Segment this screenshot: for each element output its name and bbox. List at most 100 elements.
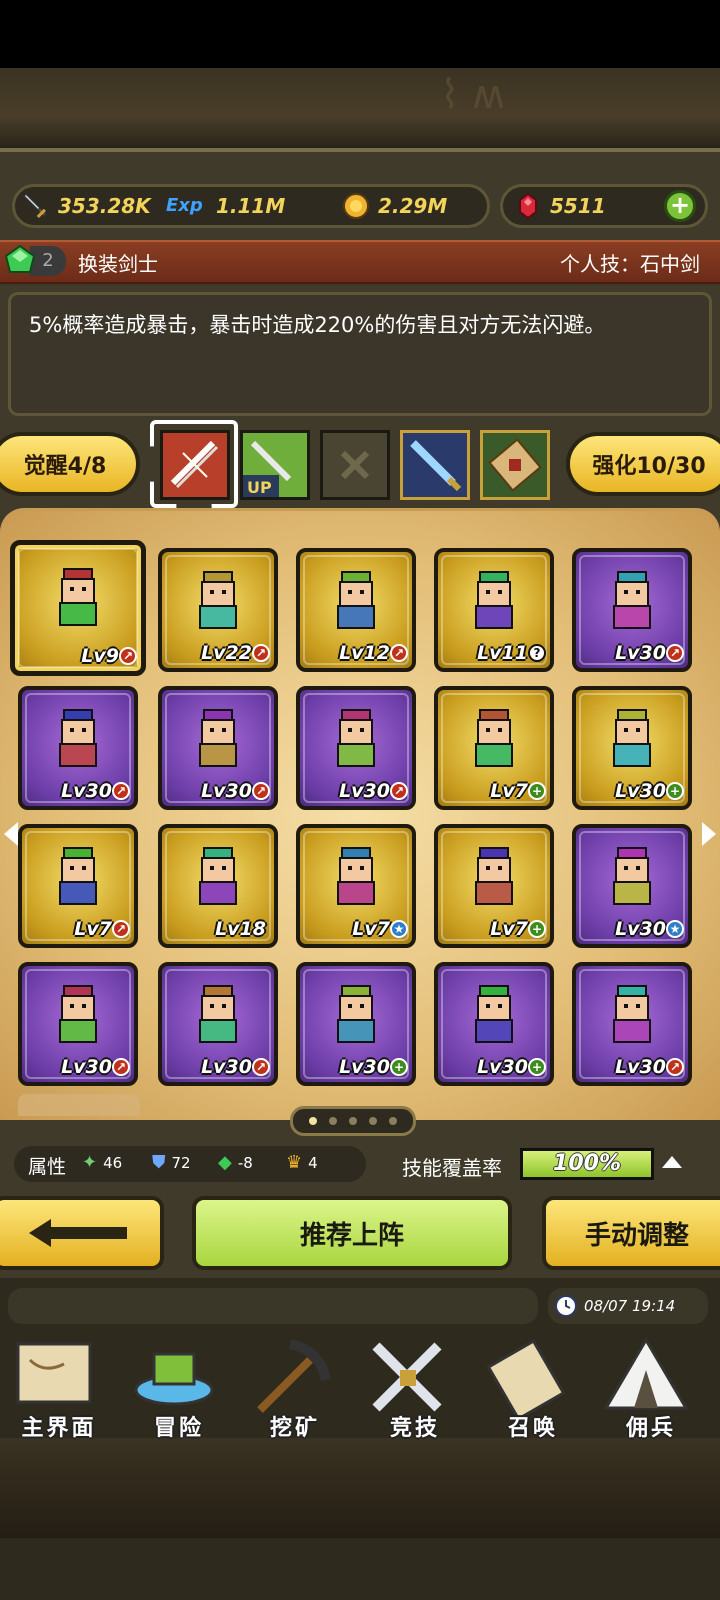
hero-card[interactable]: Lv30 + xyxy=(296,962,416,1086)
map-scribble: ⌇ ʍ xyxy=(440,72,505,118)
hero-card[interactable]: Lv18 xyxy=(158,824,278,948)
status-bar-area xyxy=(0,0,720,68)
nav-label: 冒险 xyxy=(153,1416,204,1441)
hero-portrait xyxy=(48,565,108,635)
hero-level: Lv30 xyxy=(339,1056,390,1078)
green-gem-icon xyxy=(4,244,36,273)
attack-attr: ◆ -8 xyxy=(218,1152,253,1173)
hero-level: Lv30 xyxy=(61,780,112,802)
hero-card[interactable]: Lv30 ↗ xyxy=(296,686,416,810)
coverage-label: 技能覆盖率 xyxy=(402,1156,502,1180)
defense-attr: ⛊ 72 xyxy=(152,1152,191,1173)
crystal-sword-icon xyxy=(410,440,462,492)
hero-portrait xyxy=(188,568,248,638)
page-indicator xyxy=(290,1106,416,1136)
hero-card[interactable]: Lv30 ↗ xyxy=(158,962,278,1086)
hero-status-badge: ↗ xyxy=(666,644,684,662)
hero-portrait xyxy=(188,844,248,914)
page-dot xyxy=(349,1117,357,1125)
manual-adjust-button[interactable]: 手动调整 xyxy=(542,1196,720,1270)
message-bar[interactable] xyxy=(8,1288,538,1324)
expand-up-icon[interactable] xyxy=(662,1156,682,1168)
nav-label: 主界面 xyxy=(21,1416,97,1441)
hero-personal-skill: 个人技：石中剑 xyxy=(560,252,700,276)
gem-value: 5511 xyxy=(550,194,606,218)
nav-island[interactable]: 冒险 xyxy=(124,1330,234,1442)
gold-coin-icon xyxy=(343,193,369,219)
recommend-lineup-button[interactable]: 推荐上阵 xyxy=(192,1196,512,1270)
hero-card[interactable]: Lv7 ★ xyxy=(296,824,416,948)
hero-card[interactable]: Lv30 + xyxy=(572,686,692,810)
attributes-label: 属性 xyxy=(28,1156,67,1178)
hero-level: Lv30 xyxy=(477,1056,528,1078)
hero-status-badge: ↗ xyxy=(119,647,137,665)
nav-label: 挖矿 xyxy=(269,1416,320,1441)
hero-level: Lv30 xyxy=(615,780,666,802)
hero-level: Lv18 xyxy=(215,918,266,940)
agility-value: 46 xyxy=(103,1153,123,1172)
hero-card[interactable]: Lv9 ↗ xyxy=(10,540,146,676)
hero-status-badge: ↗ xyxy=(112,782,130,800)
hero-status-badge: + xyxy=(528,782,546,800)
hero-status-badge: ↗ xyxy=(390,644,408,662)
empty-slot xyxy=(18,1094,140,1116)
hero-card[interactable]: Lv30 + xyxy=(434,962,554,1086)
hero-level: Lv7 xyxy=(490,780,528,802)
shield-icon: ⛊ xyxy=(152,1152,166,1173)
hero-card[interactable]: Lv30 ↗ xyxy=(18,686,138,810)
hero-status-badge: ↗ xyxy=(112,920,130,938)
agility-icon: ✦ xyxy=(82,1152,98,1173)
hero-portrait xyxy=(48,844,108,914)
hero-portrait xyxy=(326,844,386,914)
hero-portrait xyxy=(464,568,524,638)
hero-card[interactable]: Lv30 ↗ xyxy=(572,962,692,1086)
enhance-button[interactable]: 强化10/30 xyxy=(566,432,720,496)
time-display: 08/07 19:14 xyxy=(548,1288,708,1324)
hero-card[interactable]: Lv30 ↗ xyxy=(158,686,278,810)
sword-icon xyxy=(22,192,48,218)
hero-portrait xyxy=(602,568,662,638)
manual-label: 手动调整 xyxy=(584,1220,689,1251)
skill-slot-2[interactable]: UP xyxy=(240,430,310,500)
nav-map-scroll[interactable]: 主界面 xyxy=(4,1330,114,1442)
hero-status-badge: ↗ xyxy=(252,644,270,662)
hero-card[interactable]: Lv30 ↗ xyxy=(18,962,138,1086)
hero-card[interactable]: Lv7 + xyxy=(434,824,554,948)
hero-card[interactable]: Lv22 ↗ xyxy=(158,548,278,672)
crown-icon: ♛ xyxy=(286,1152,303,1173)
add-gems-button[interactable]: + xyxy=(664,190,696,222)
hero-status-badge: + xyxy=(666,782,684,800)
hero-level: Lv7 xyxy=(352,918,390,940)
skill-slot-4[interactable] xyxy=(400,430,470,500)
hero-card[interactable]: Lv30 ↗ xyxy=(572,548,692,672)
hero-level: Lv12 xyxy=(339,642,390,664)
hero-level: Lv30 xyxy=(201,1056,252,1078)
hero-portrait xyxy=(326,706,386,776)
hero-card[interactable]: Lv7 ↗ xyxy=(18,824,138,948)
coverage-value: 100% xyxy=(553,1151,621,1176)
nav-label: 召唤 xyxy=(507,1416,558,1441)
svg-text:UP: UP xyxy=(247,478,272,497)
hero-portrait xyxy=(48,706,108,776)
hero-card[interactable]: Lv7 + xyxy=(434,686,554,810)
hero-status-badge: ↗ xyxy=(252,782,270,800)
hero-card[interactable]: Lv30 ★ xyxy=(572,824,692,948)
hero-status-badge: ↗ xyxy=(390,782,408,800)
nav-tent[interactable]: 佣兵 xyxy=(596,1330,706,1442)
sword-up-icon: UP xyxy=(243,440,292,497)
page-dot xyxy=(389,1117,397,1125)
hero-status-badge: ★ xyxy=(666,920,684,938)
back-button[interactable] xyxy=(0,1196,164,1270)
hero-card[interactable]: Lv12 ↗ xyxy=(296,548,416,672)
nav-summon-scroll[interactable]: 召唤 xyxy=(478,1330,588,1442)
timestamp: 08/07 19:14 xyxy=(584,1297,676,1315)
hero-card[interactable]: Lv11? xyxy=(434,548,554,672)
nav-crossed-swords[interactable]: 竞技 xyxy=(360,1330,470,1442)
awaken-label: 觉醒4/8 xyxy=(23,454,107,479)
crown-attr: ♛ 4 xyxy=(286,1152,318,1173)
nav-pickaxe[interactable]: 挖矿 xyxy=(240,1330,350,1442)
skill-description: 5%概率造成暴击，暴击时造成220%的伤害且对方无法闪避。 xyxy=(8,292,712,416)
awaken-button[interactable]: 觉醒4/8 xyxy=(0,432,140,496)
map-background: ⌇ ʍ xyxy=(0,68,720,148)
skill-slot-5[interactable] xyxy=(480,430,550,500)
